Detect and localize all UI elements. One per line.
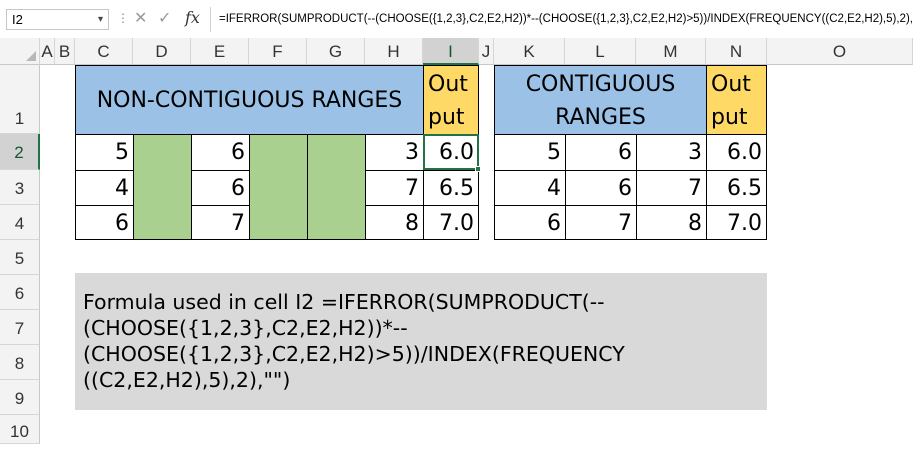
- cell-K3[interactable]: 4: [494, 170, 566, 206]
- cell-I2[interactable]: 6.0: [423, 134, 479, 171]
- column-header-F[interactable]: F: [249, 38, 307, 65]
- row-header-4[interactable]: 4: [0, 205, 40, 240]
- column-header-I[interactable]: I: [423, 38, 479, 65]
- cells-F2-F4[interactable]: [249, 134, 308, 240]
- cell-K2[interactable]: 5: [494, 134, 566, 171]
- cancel-icon[interactable]: ✕: [134, 8, 147, 27]
- cell-C4[interactable]: 6: [75, 205, 134, 240]
- column-header-A[interactable]: A: [40, 38, 55, 65]
- row-header-8[interactable]: 8: [0, 345, 40, 380]
- formula-bar: I2 ▾ ⋮ ✕ ✓ fx =IFERROR(SUMPRODUCT(--(CHO…: [0, 0, 913, 38]
- cell-H4[interactable]: 8: [365, 205, 424, 240]
- row-header-5[interactable]: 5: [0, 240, 40, 275]
- column-header-J[interactable]: J: [479, 38, 494, 65]
- cells-D2-D4[interactable]: [133, 134, 192, 240]
- cell-H3[interactable]: 7: [365, 170, 424, 206]
- row-header-2[interactable]: 2: [0, 134, 40, 170]
- column-header-G[interactable]: G: [307, 38, 365, 65]
- output-header-2[interactable]: Out put: [706, 65, 767, 135]
- row-header-10[interactable]: 10: [0, 415, 40, 444]
- more-options-icon[interactable]: ⋮: [117, 11, 130, 25]
- cell-M3[interactable]: 7: [636, 170, 707, 206]
- cell-L2[interactable]: 6: [565, 134, 637, 171]
- column-header-M[interactable]: M: [636, 38, 706, 65]
- formula-note-box[interactable]: Formula used in cell I2 =IFERROR(SUMPROD…: [75, 273, 767, 410]
- output-header-1-line2: put: [428, 105, 465, 130]
- column-header-C[interactable]: C: [75, 38, 133, 65]
- row-header-9[interactable]: 9: [0, 380, 40, 415]
- cell-C2[interactable]: 5: [75, 134, 134, 171]
- column-header-B[interactable]: B: [55, 38, 75, 65]
- select-all-corner[interactable]: [0, 38, 40, 65]
- fill-handle[interactable]: [475, 166, 481, 172]
- noncontiguous-header[interactable]: NON-CONTIGUOUS RANGES: [75, 65, 424, 135]
- cell-N2[interactable]: 6.0: [706, 134, 767, 171]
- row-header-3[interactable]: 3: [0, 170, 40, 205]
- cell-E4[interactable]: 7: [191, 205, 250, 240]
- cell-N4[interactable]: 7.0: [706, 205, 767, 240]
- cell-E3[interactable]: 6: [191, 170, 250, 206]
- name-box[interactable]: I2 ▾: [6, 9, 109, 30]
- output-header-2-line2: put: [711, 105, 748, 130]
- row-header-1[interactable]: 1: [0, 65, 40, 134]
- cell-L3[interactable]: 6: [565, 170, 637, 206]
- enter-check-icon[interactable]: ✓: [158, 8, 171, 27]
- cell-M2[interactable]: 3: [636, 134, 707, 171]
- contiguous-header[interactable]: CONTIGUOUS RANGES: [494, 65, 707, 135]
- formula-buttons: ✕ ✓ fx: [130, 7, 206, 31]
- column-header-K[interactable]: K: [494, 38, 565, 65]
- cell-N3[interactable]: 6.5: [706, 170, 767, 206]
- insert-function-icon[interactable]: fx: [185, 8, 200, 27]
- column-header-H[interactable]: H: [365, 38, 423, 65]
- row-header-7[interactable]: 7: [0, 310, 40, 345]
- column-header-L[interactable]: L: [565, 38, 636, 65]
- output-header-1-line1: Out: [428, 72, 468, 97]
- chevron-down-icon[interactable]: ▾: [98, 10, 103, 29]
- cell-H2[interactable]: 3: [365, 134, 424, 171]
- cell-I3[interactable]: 6.5: [423, 170, 479, 206]
- column-header-E[interactable]: E: [191, 38, 249, 65]
- column-header-D[interactable]: D: [133, 38, 191, 65]
- output-header-2-line1: Out: [711, 72, 751, 97]
- cells-G2-G4[interactable]: [307, 134, 366, 240]
- cell-E2[interactable]: 6: [191, 134, 250, 171]
- row-header-6[interactable]: 6: [0, 275, 40, 310]
- cell-K4[interactable]: 6: [494, 205, 566, 240]
- cell-M4[interactable]: 8: [636, 205, 707, 240]
- contiguous-header-line1: CONTIGUOUS: [525, 72, 676, 97]
- cell-I4[interactable]: 7.0: [423, 205, 479, 240]
- cell-C3[interactable]: 4: [75, 170, 134, 206]
- name-box-value: I2: [12, 12, 23, 27]
- formula-note-text: Formula used in cell I2 =IFERROR(SUMPROD…: [83, 290, 625, 392]
- column-header-N[interactable]: N: [706, 38, 767, 65]
- column-header-O[interactable]: O: [767, 38, 913, 65]
- cell-L4[interactable]: 7: [565, 205, 637, 240]
- output-header-1[interactable]: Out put: [423, 65, 479, 135]
- formula-input[interactable]: =IFERROR(SUMPRODUCT(--(CHOOSE({1,2,3},C2…: [210, 7, 913, 32]
- contiguous-header-line2: RANGES: [555, 105, 646, 130]
